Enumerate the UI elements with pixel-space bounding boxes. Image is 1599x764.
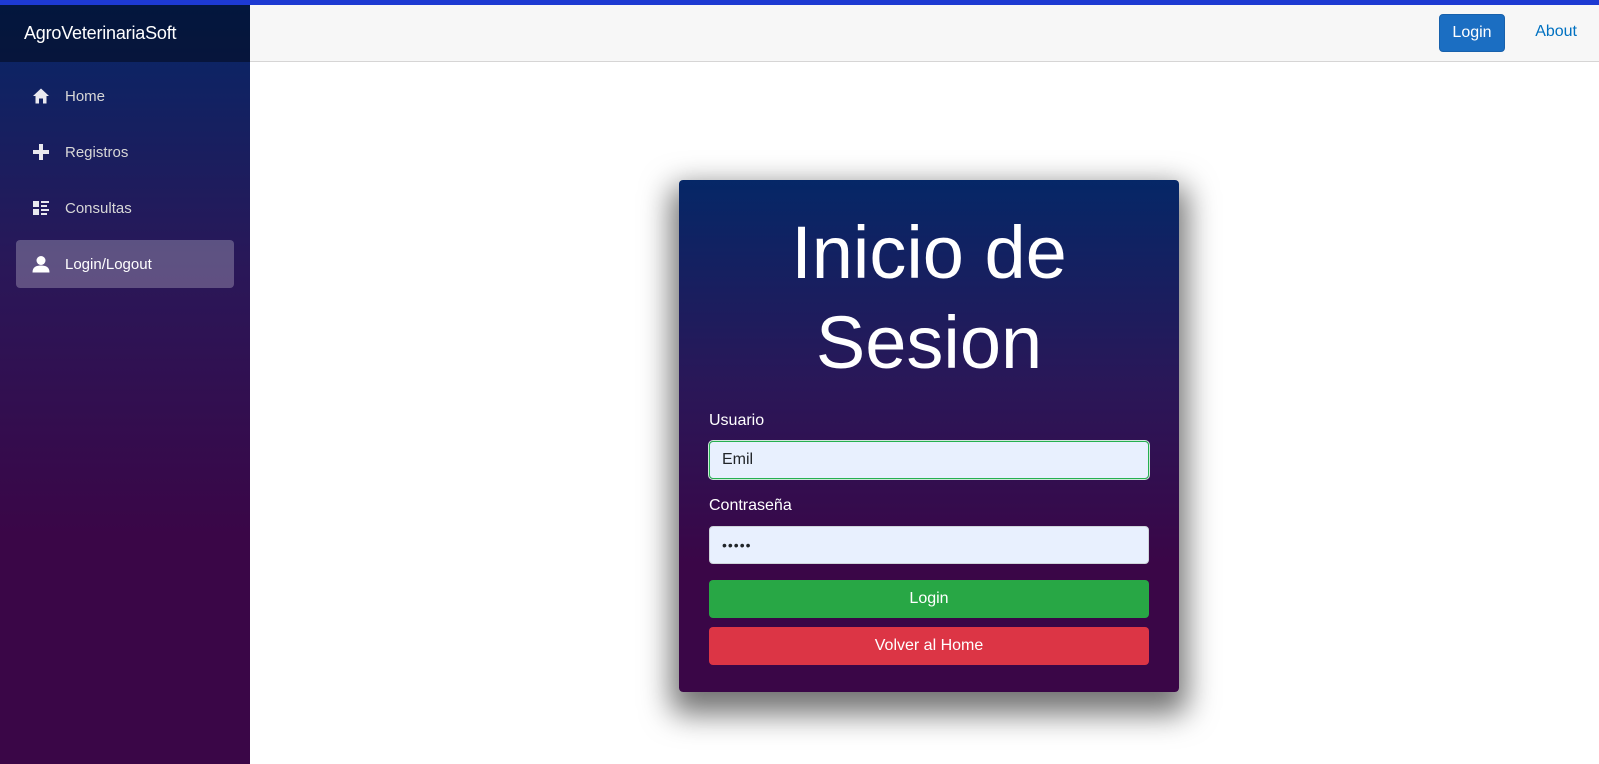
login-button[interactable]: Login [709,580,1149,618]
login-card: Inicio de Sesion Usuario Contraseña ••••… [679,180,1179,692]
person-icon [31,254,51,274]
password-field[interactable]: ••••• [709,526,1149,564]
password-label: Contraseña [709,497,792,514]
app-window: AgroVeterinariaSoft Home Registros Consu… [0,0,1599,764]
sidebar-item-login-logout[interactable]: Login/Logout [16,240,234,288]
brand-title[interactable]: AgroVeterinariaSoft [24,23,176,44]
top-login-button[interactable]: Login [1439,14,1505,52]
sidebar-item-home[interactable]: Home [16,72,234,120]
plus-icon [31,142,51,162]
about-link[interactable]: About [1535,23,1577,41]
sidebar-item-label: Home [65,87,106,105]
sidebar-nav: Home Registros Consultas Login/Logout [0,62,250,288]
window-accent-bar [0,0,1599,5]
list-icon [31,198,51,218]
brand-bar: AgroVeterinariaSoft [0,5,250,62]
username-field[interactable] [708,440,1150,480]
sidebar-item-label: Login/Logout [65,255,152,273]
back-home-button[interactable]: Volver al Home [709,627,1149,665]
top-bar: Login About [250,5,1599,62]
sidebar-item-registros[interactable]: Registros [16,128,234,176]
sidebar-item-label: Consultas [65,199,132,217]
page-title: Inicio de Sesion [791,211,1067,384]
sidebar-item-label: Registros [65,143,129,161]
username-label: Usuario [709,412,765,429]
sidebar-item-consultas[interactable]: Consultas [16,184,234,232]
home-icon [31,86,51,106]
sidebar: AgroVeterinariaSoft Home Registros Consu… [0,5,250,764]
